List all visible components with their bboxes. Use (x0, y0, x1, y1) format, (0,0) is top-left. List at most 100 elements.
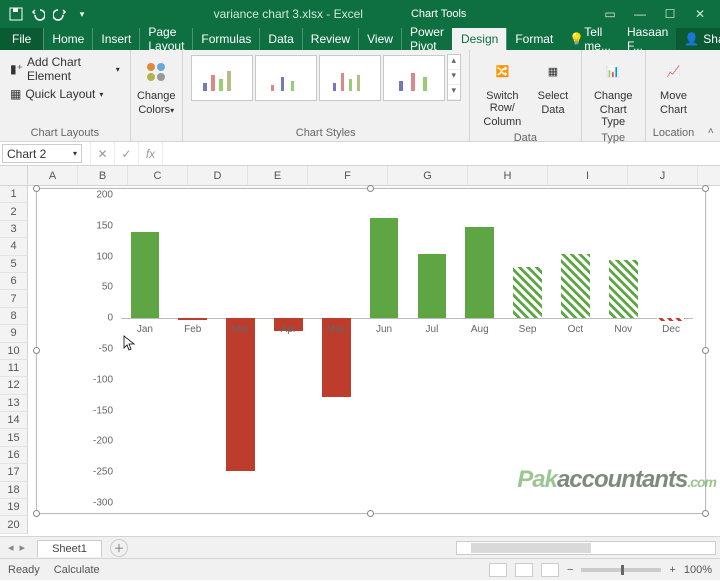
data-bar[interactable] (561, 254, 590, 319)
name-box[interactable]: Chart 2▾ (2, 144, 82, 163)
resize-handle[interactable] (367, 510, 374, 517)
col-header[interactable]: F (308, 166, 388, 185)
select-all-corner[interactable] (0, 166, 28, 185)
view-page-layout-icon[interactable] (515, 563, 533, 577)
col-header[interactable]: H (468, 166, 548, 185)
col-header[interactable]: C (128, 166, 188, 185)
minimize-icon[interactable]: — (630, 7, 650, 21)
style-thumb[interactable] (255, 55, 317, 101)
row-header[interactable]: 8 (0, 308, 28, 325)
zoom-in-icon[interactable]: + (669, 564, 675, 576)
tab-formulas[interactable]: Formulas (192, 28, 259, 50)
resize-handle[interactable] (33, 510, 40, 517)
data-bar[interactable] (465, 227, 494, 318)
switch-row-column-button[interactable]: 🔀Switch Row/Column (478, 54, 527, 130)
style-thumb[interactable] (191, 55, 253, 101)
resize-handle[interactable] (702, 185, 709, 192)
ribbon-options-icon[interactable]: ▭ (600, 7, 620, 21)
save-icon[interactable] (8, 6, 24, 22)
data-bar[interactable] (226, 318, 255, 471)
collapse-ribbon-icon[interactable]: ˄ (702, 50, 720, 141)
col-header[interactable]: E (248, 166, 308, 185)
row-header[interactable]: 20 (0, 516, 28, 533)
row-header[interactable]: 2 (0, 203, 28, 220)
zoom-level[interactable]: 100% (684, 564, 712, 576)
style-thumb[interactable] (383, 55, 445, 101)
qat-customize-icon[interactable]: ▾ (74, 6, 90, 22)
resize-handle[interactable] (702, 510, 709, 517)
col-header[interactable]: G (388, 166, 468, 185)
sheet-nav-prev-icon[interactable]: ◂ (8, 541, 14, 554)
resize-handle[interactable] (702, 347, 709, 354)
gallery-more-icon[interactable]: ▾ (448, 85, 460, 100)
row-header[interactable]: 13 (0, 395, 28, 412)
chart-styles-gallery[interactable]: ▴▾▾ (191, 54, 461, 101)
data-bar[interactable] (370, 218, 399, 318)
row-header[interactable]: 10 (0, 343, 28, 360)
row-header[interactable]: 16 (0, 447, 28, 464)
row-header[interactable]: 5 (0, 256, 28, 273)
row-header[interactable]: 14 (0, 412, 28, 429)
select-data-button[interactable]: ▦SelectData (533, 54, 573, 130)
undo-icon[interactable] (30, 6, 46, 22)
sheet-tab-sheet1[interactable]: Sheet1 (37, 540, 102, 557)
share-button[interactable]: 👤Share (676, 28, 720, 50)
tab-view[interactable]: View (358, 28, 401, 50)
row-header[interactable]: 7 (0, 290, 28, 307)
tab-format[interactable]: Format (506, 28, 561, 50)
add-chart-element-button[interactable]: ▮⁺Add Chart Element▾ (8, 54, 122, 84)
col-header[interactable]: J (628, 166, 698, 185)
data-bar[interactable] (513, 267, 542, 318)
resize-handle[interactable] (33, 185, 40, 192)
row-header[interactable]: 11 (0, 360, 28, 377)
maximize-icon[interactable]: ☐ (660, 7, 680, 21)
row-header[interactable]: 6 (0, 273, 28, 290)
row-header[interactable]: 4 (0, 238, 28, 255)
col-header[interactable]: I (548, 166, 628, 185)
plot-area[interactable]: 200150100500-50-100-150-200-250-300 JanF… (87, 195, 693, 501)
row-header[interactable]: 15 (0, 429, 28, 446)
redo-icon[interactable] (52, 6, 68, 22)
account-user[interactable]: Hasaan F... (619, 28, 676, 50)
row-header[interactable]: 17 (0, 464, 28, 481)
row-header[interactable]: 1 (0, 186, 28, 203)
chevron-down-icon[interactable]: ▾ (448, 70, 460, 85)
row-header[interactable]: 3 (0, 221, 28, 238)
tab-home[interactable]: Home (43, 28, 92, 50)
tab-page-layout[interactable]: Page Layout (139, 28, 192, 50)
col-header[interactable]: A (28, 166, 78, 185)
tab-power-pivot[interactable]: Power Pivot (401, 28, 452, 50)
change-chart-type-button[interactable]: 📊ChangeChart Type (590, 54, 637, 130)
move-chart-button[interactable]: 📈MoveChart (654, 54, 694, 118)
new-sheet-button[interactable]: ＋ (110, 539, 128, 557)
tab-file[interactable]: File (0, 28, 43, 50)
data-bar[interactable] (609, 260, 638, 319)
quick-layout-button[interactable]: ▦Quick Layout▾ (8, 86, 122, 102)
gallery-scroll[interactable]: ▴▾▾ (447, 54, 461, 101)
spreadsheet-grid[interactable]: ABCDEFGHIJ 12345678910111213141516171819… (0, 166, 720, 536)
row-header[interactable]: 12 (0, 377, 28, 394)
row-header[interactable]: 19 (0, 499, 28, 516)
data-bar[interactable] (178, 318, 207, 320)
fx-icon[interactable]: fx (138, 142, 162, 165)
data-bar[interactable] (131, 232, 160, 318)
zoom-slider[interactable] (581, 568, 661, 572)
tab-data[interactable]: Data (259, 28, 301, 50)
sheet-nav-next-icon[interactable]: ▸ (20, 541, 26, 554)
horizontal-scrollbar[interactable] (456, 541, 716, 555)
data-bar[interactable] (657, 318, 686, 321)
resize-handle[interactable] (367, 185, 374, 192)
chevron-up-icon[interactable]: ▴ (448, 55, 460, 70)
col-header[interactable]: B (78, 166, 128, 185)
cancel-formula-icon[interactable]: ✕ (90, 142, 114, 165)
tab-design[interactable]: Design (452, 28, 506, 50)
tab-insert[interactable]: Insert (92, 28, 139, 50)
col-header[interactable]: D (188, 166, 248, 185)
chevron-down-icon[interactable]: ▾ (73, 149, 77, 158)
view-normal-icon[interactable] (489, 563, 507, 577)
formula-input[interactable] (162, 142, 720, 165)
zoom-out-icon[interactable]: − (567, 564, 573, 576)
view-page-break-icon[interactable] (541, 563, 559, 577)
change-colors-button[interactable]: Change Colors▾ (133, 54, 180, 118)
close-icon[interactable]: ✕ (690, 7, 710, 21)
